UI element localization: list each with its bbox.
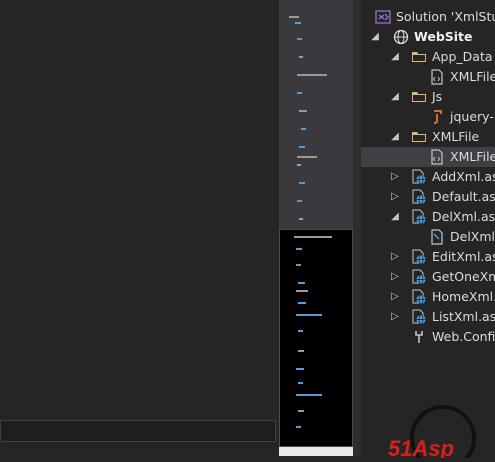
tree-row-xmlfile-appdata[interactable]: XMLFile <box>361 67 495 87</box>
tree-label: XMLFile <box>432 129 480 144</box>
tree-label: App_Data <box>432 49 493 64</box>
solution-explorer[interactable]: Solution 'XmlStuc ◢ WebSite ◢ App_Data X… <box>361 0 495 456</box>
expand-arrow-icon[interactable]: ◢ <box>389 87 401 107</box>
folder-icon <box>411 49 427 65</box>
minimap-code-line <box>299 146 305 148</box>
aspx-page-icon <box>411 189 427 205</box>
collapse-arrow-icon[interactable]: ▷ <box>389 187 401 207</box>
tree-row-xmlfile-selected[interactable]: XMLFile <box>361 147 495 167</box>
minimap-code-line <box>296 426 301 428</box>
minimap-code-line <box>297 92 302 94</box>
collapse-arrow-icon[interactable]: ▷ <box>389 267 401 287</box>
minimap-code-line <box>296 290 308 292</box>
minimap-code-line <box>297 200 302 202</box>
minimap-code-line <box>298 282 305 284</box>
tree-row-website[interactable]: ◢ WebSite <box>361 27 495 47</box>
tree-label: GetOneXm <box>432 269 495 284</box>
tree-label: ListXml.asp <box>432 309 495 324</box>
tree-row-getonexml[interactable]: ▷ GetOneXm <box>361 267 495 287</box>
config-wrench-icon <box>411 329 427 345</box>
tree-label: DelXml.asp <box>432 209 495 224</box>
minimap-bottom-strip <box>279 447 353 456</box>
editor-bottom-bar[interactable] <box>0 420 276 442</box>
code-editor-area[interactable] <box>0 0 279 456</box>
tree-label: Solution 'XmlStuc <box>396 9 495 24</box>
tree-row-xmlfile-folder[interactable]: ◢ XMLFile <box>361 127 495 147</box>
collapse-arrow-icon[interactable]: ▷ <box>389 307 401 327</box>
tree-row-delxml[interactable]: ◢ DelXml.asp <box>361 207 495 227</box>
xml-file-icon <box>429 69 445 85</box>
tree-row-listxml[interactable]: ▷ ListXml.asp <box>361 307 495 327</box>
minimap-code-line <box>298 302 306 304</box>
minimap-code-line <box>299 110 307 112</box>
xml-file-icon <box>429 149 445 165</box>
minimap-code-line <box>299 182 305 184</box>
tree-row-solution[interactable]: Solution 'XmlStuc <box>361 7 495 27</box>
minimap-code-line <box>296 394 322 396</box>
solution-icon <box>375 9 391 25</box>
minimap-code-line <box>299 56 303 58</box>
tree-label: EditXml.asp <box>432 249 495 264</box>
aspx-page-icon <box>411 309 427 325</box>
globe-icon <box>393 29 409 45</box>
tree-label: DelXml. <box>450 229 495 244</box>
minimap-code-line <box>294 236 332 238</box>
collapse-arrow-icon[interactable]: ▷ <box>389 247 401 267</box>
tree-label: HomeXml.a <box>432 289 495 304</box>
aspx-page-icon <box>411 209 427 225</box>
tree-row-js[interactable]: ◢ Js <box>361 87 495 107</box>
minimap-code-line <box>297 164 301 166</box>
collapse-arrow-icon[interactable]: ▷ <box>389 287 401 307</box>
minimap-code-line <box>301 128 306 130</box>
minimap-code-line <box>296 264 301 266</box>
tree-label: jquery-1 <box>450 109 495 124</box>
panel-divider[interactable] <box>353 0 361 456</box>
minimap-code-line <box>296 368 304 370</box>
collapse-arrow-icon[interactable]: ▷ <box>389 167 401 187</box>
tree-label: WebSite <box>414 29 473 44</box>
tree-row-editxml[interactable]: ▷ EditXml.asp <box>361 247 495 267</box>
tree-row-webconfig[interactable]: Web.Config <box>361 327 495 347</box>
minimap-viewport[interactable] <box>279 229 353 447</box>
expand-arrow-icon[interactable]: ◢ <box>389 47 401 67</box>
watermark-text: 51Asp <box>388 436 454 458</box>
minimap-code-line <box>298 410 304 412</box>
minimap[interactable] <box>279 0 353 456</box>
tree-row-homexml[interactable]: ▷ HomeXml.a <box>361 287 495 307</box>
minimap-code-line <box>289 16 299 18</box>
tree-row-default[interactable]: ▷ Default.asp <box>361 187 495 207</box>
minimap-code-line <box>298 350 304 352</box>
watermark-logo: 51Asp <box>388 402 495 462</box>
minimap-code-line <box>298 382 303 384</box>
folder-icon <box>411 89 427 105</box>
tree-row-app-data[interactable]: ◢ App_Data <box>361 47 495 67</box>
tree-label: XMLFile <box>450 149 495 164</box>
expand-arrow-icon[interactable]: ◢ <box>389 127 401 147</box>
aspx-page-icon <box>411 289 427 305</box>
tree-label: AddXml.as <box>432 169 495 184</box>
tree-label: Js <box>432 89 443 104</box>
minimap-code-line <box>297 156 317 158</box>
minimap-code-line <box>297 74 327 76</box>
minimap-code-line <box>299 218 303 220</box>
tree-label: Default.asp <box>432 189 495 204</box>
tree-label: XMLFile <box>450 69 495 84</box>
aspx-page-icon <box>411 269 427 285</box>
minimap-code-line <box>297 38 302 40</box>
expand-arrow-icon[interactable]: ◢ <box>389 207 401 227</box>
minimap-code-line <box>296 314 322 316</box>
aspx-page-icon <box>411 169 427 185</box>
minimap-code-line <box>296 248 302 250</box>
tree-label: Web.Config <box>432 329 495 344</box>
expand-arrow-icon[interactable]: ◢ <box>369 27 381 47</box>
aspx-page-icon <box>411 249 427 265</box>
tree-row-jquery[interactable]: jquery-1 <box>361 107 495 127</box>
tree-row-delxml-cs[interactable]: DelXml. <box>361 227 495 247</box>
minimap-code-line <box>298 330 303 332</box>
folder-icon <box>411 129 427 145</box>
minimap-code-line <box>295 22 301 24</box>
tree-row-addxml[interactable]: ▷ AddXml.as <box>361 167 495 187</box>
cs-code-icon <box>429 229 445 245</box>
js-file-icon <box>429 109 445 125</box>
